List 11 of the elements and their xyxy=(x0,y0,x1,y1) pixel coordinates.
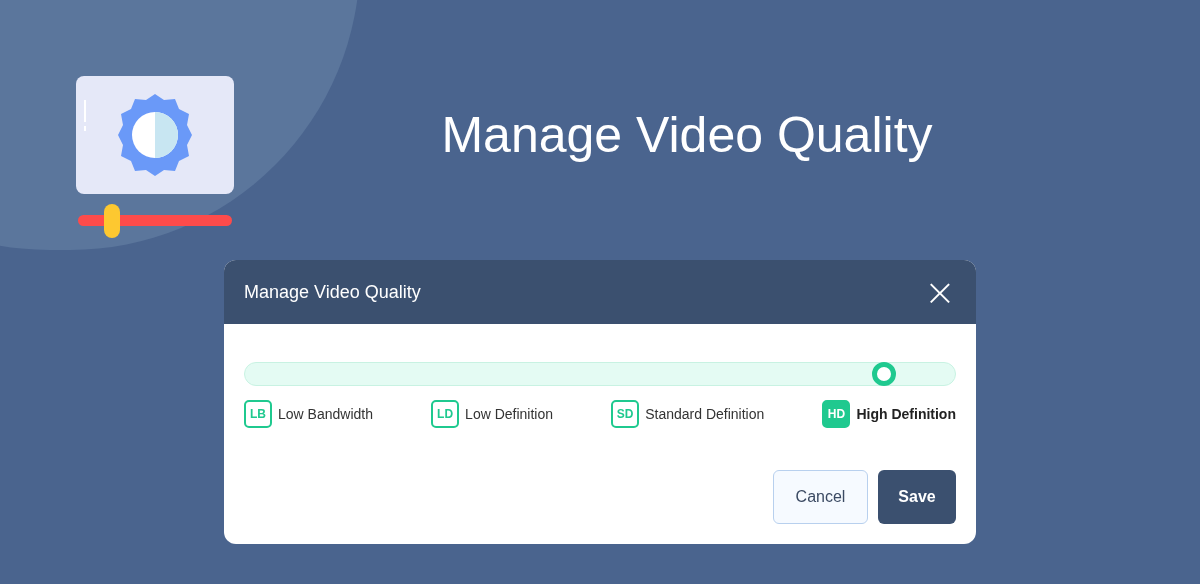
quality-option[interactable]: LB Low Bandwidth xyxy=(244,400,373,428)
quality-option[interactable]: HD High Definition xyxy=(822,400,956,428)
quality-option[interactable]: SD Standard Definition xyxy=(611,400,765,428)
close-button[interactable]: × xyxy=(924,276,956,308)
cancel-button[interactable]: Cancel xyxy=(773,470,868,524)
page-title: Manage Video Quality xyxy=(441,106,933,165)
video-settings-icon xyxy=(76,76,234,238)
save-button[interactable]: Save xyxy=(878,470,956,524)
quality-option[interactable]: LD Low Definition xyxy=(431,400,554,428)
slider-thumb[interactable] xyxy=(872,362,896,386)
dialog-title: Manage Video Quality xyxy=(244,280,421,304)
